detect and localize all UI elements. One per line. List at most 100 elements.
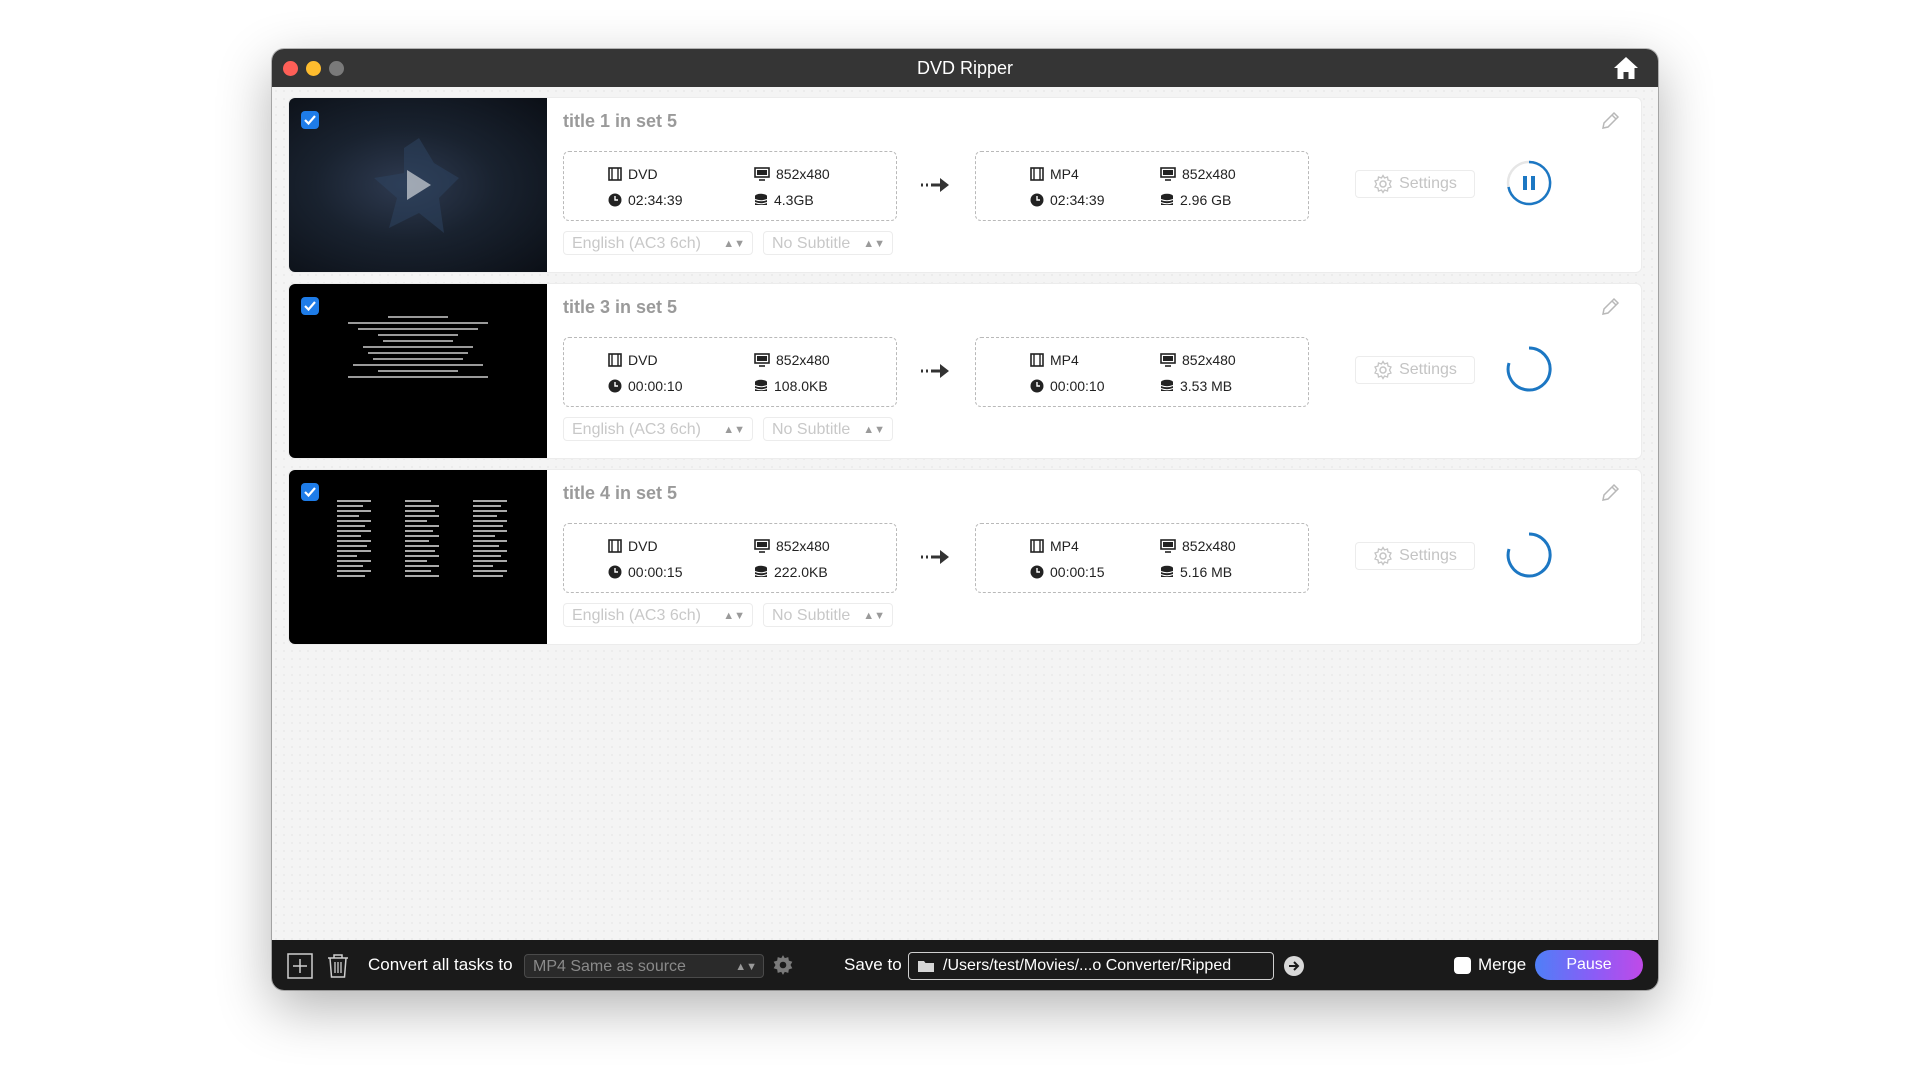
- film-icon: [608, 539, 622, 553]
- subtitle-select[interactable]: No Subtitle ▲▼: [763, 603, 893, 627]
- storage-icon: [754, 379, 768, 391]
- output-format: MP4: [1030, 166, 1079, 182]
- task-checkbox[interactable]: [301, 483, 319, 501]
- source-duration: 00:00:10: [608, 378, 683, 394]
- output-info[interactable]: MP4 852x480 00:00:15 5.16 MB: [975, 523, 1309, 593]
- pause-task-button[interactable]: [1505, 159, 1553, 207]
- source-size: 222.0KB: [754, 564, 828, 580]
- window-title: DVD Ripper: [916, 58, 1014, 78]
- updown-chevron-icon: ▲▼: [735, 961, 757, 973]
- output-duration: 00:00:10: [1030, 378, 1105, 394]
- output-resolution: 852x480: [1160, 352, 1236, 368]
- edit-icon[interactable]: [1599, 296, 1621, 318]
- monitor-icon: [1160, 167, 1176, 181]
- clock-icon: [1030, 193, 1044, 207]
- output-resolution: 852x480: [1160, 166, 1236, 182]
- source-resolution: 852x480: [754, 166, 830, 182]
- monitor-icon: [754, 539, 770, 553]
- source-size: 4.3GB: [754, 192, 814, 208]
- save-to-label: Save to: [844, 955, 902, 974]
- convert-arrow-icon: [919, 361, 953, 381]
- gear-icon: [1374, 546, 1393, 566]
- open-folder-arrow-icon[interactable]: [1284, 956, 1304, 976]
- title-bar: DVD Ripper: [272, 49, 1658, 87]
- video-thumbnail[interactable]: [289, 470, 547, 644]
- gear-icon: [1374, 360, 1393, 380]
- task-row: title 1 in set 5 DVD 852x480 02:34:39 4.…: [288, 97, 1642, 273]
- add-icon[interactable]: [287, 953, 313, 979]
- task-checkbox[interactable]: [301, 111, 319, 129]
- subtitle-select[interactable]: No Subtitle ▲▼: [763, 417, 893, 441]
- app-window: DVD Ripper title 1 in set 5 DVD 852x480 …: [272, 49, 1658, 990]
- settings-button[interactable]: Settings: [1355, 170, 1475, 198]
- film-icon: [1030, 539, 1044, 553]
- updown-chevron-icon: ▲▼: [723, 424, 745, 436]
- updown-chevron-icon: ▲▼: [723, 610, 745, 622]
- film-icon: [1030, 167, 1044, 181]
- storage-icon: [1160, 379, 1174, 391]
- source-resolution: 852x480: [754, 352, 830, 368]
- task-title: title 1 in set 5: [563, 111, 678, 131]
- task-list: title 1 in set 5 DVD 852x480 02:34:39 4.…: [272, 87, 1658, 940]
- audio-track-select[interactable]: English (AC3 6ch) ▲▼: [563, 603, 753, 627]
- home-icon[interactable]: [1612, 55, 1640, 81]
- edit-icon[interactable]: [1599, 482, 1621, 504]
- task-checkbox[interactable]: [301, 297, 319, 315]
- monitor-icon: [1160, 539, 1176, 553]
- task-row: title 4 in set 5 DVD 852x480 00:00:15 22…: [288, 469, 1642, 645]
- source-info: DVD 852x480 02:34:39 4.3GB: [563, 151, 897, 221]
- gear-icon: [1374, 174, 1393, 194]
- monitor-icon: [754, 353, 770, 367]
- output-size: 3.53 MB: [1160, 378, 1232, 394]
- clock-icon: [608, 193, 622, 207]
- audio-track-select[interactable]: English (AC3 6ch) ▲▼: [563, 231, 753, 255]
- merge-label: Merge: [1478, 955, 1527, 974]
- source-format: DVD: [608, 352, 658, 368]
- output-info[interactable]: MP4 852x480 00:00:10 3.53 MB: [975, 337, 1309, 407]
- task-row: title 3 in set 5 DVD 852x480 00:00:10 10…: [288, 283, 1642, 459]
- convert-all-label: Convert all tasks to: [368, 955, 513, 974]
- folder-icon: [918, 961, 934, 972]
- source-format: DVD: [608, 166, 658, 182]
- updown-chevron-icon: ▲▼: [863, 610, 885, 622]
- convert-arrow-icon: [919, 175, 953, 195]
- source-format: DVD: [608, 538, 658, 554]
- settings-button[interactable]: Settings: [1355, 542, 1475, 570]
- output-duration: 02:34:39: [1030, 192, 1105, 208]
- source-resolution: 852x480: [754, 538, 830, 554]
- source-info: DVD 852x480 00:00:15 222.0KB: [563, 523, 897, 593]
- output-size: 5.16 MB: [1160, 564, 1232, 580]
- clock-icon: [608, 565, 622, 579]
- monitor-icon: [1160, 353, 1176, 367]
- trash-icon[interactable]: [325, 953, 351, 979]
- merge-checkbox[interactable]: [1454, 957, 1471, 974]
- audio-track-select[interactable]: English (AC3 6ch) ▲▼: [563, 417, 753, 441]
- pause-icon: [1523, 176, 1527, 190]
- clock-icon: [1030, 379, 1044, 393]
- play-icon[interactable]: [389, 158, 443, 212]
- output-format: MP4: [1030, 352, 1079, 368]
- output-format-select[interactable]: MP4 Same as source ▲▼: [524, 954, 764, 978]
- task-title: title 4 in set 5: [563, 483, 678, 503]
- video-thumbnail[interactable]: [289, 98, 547, 272]
- output-format: MP4: [1030, 538, 1079, 554]
- edit-icon[interactable]: [1599, 110, 1621, 132]
- source-info: DVD 852x480 00:00:10 108.0KB: [563, 337, 897, 407]
- pause-button[interactable]: Pause: [1535, 950, 1643, 980]
- storage-icon: [754, 193, 768, 205]
- gear-icon[interactable]: [772, 954, 794, 976]
- loading-spinner-icon: [1505, 531, 1553, 579]
- save-path-field[interactable]: /Users/test/Movies/...o Converter/Ripped: [908, 952, 1274, 980]
- storage-icon: [1160, 193, 1174, 205]
- clock-icon: [608, 379, 622, 393]
- output-info[interactable]: MP4 852x480 02:34:39 2.96 GB: [975, 151, 1309, 221]
- output-size: 2.96 GB: [1160, 192, 1231, 208]
- settings-button[interactable]: Settings: [1355, 356, 1475, 384]
- monitor-icon: [754, 167, 770, 181]
- source-duration: 02:34:39: [608, 192, 683, 208]
- convert-arrow-icon: [919, 547, 953, 567]
- video-thumbnail[interactable]: [289, 284, 547, 458]
- bottom-toolbar: Convert all tasks to MP4 Same as source ▲…: [272, 940, 1658, 990]
- updown-chevron-icon: ▲▼: [723, 238, 745, 250]
- subtitle-select[interactable]: No Subtitle ▲▼: [763, 231, 893, 255]
